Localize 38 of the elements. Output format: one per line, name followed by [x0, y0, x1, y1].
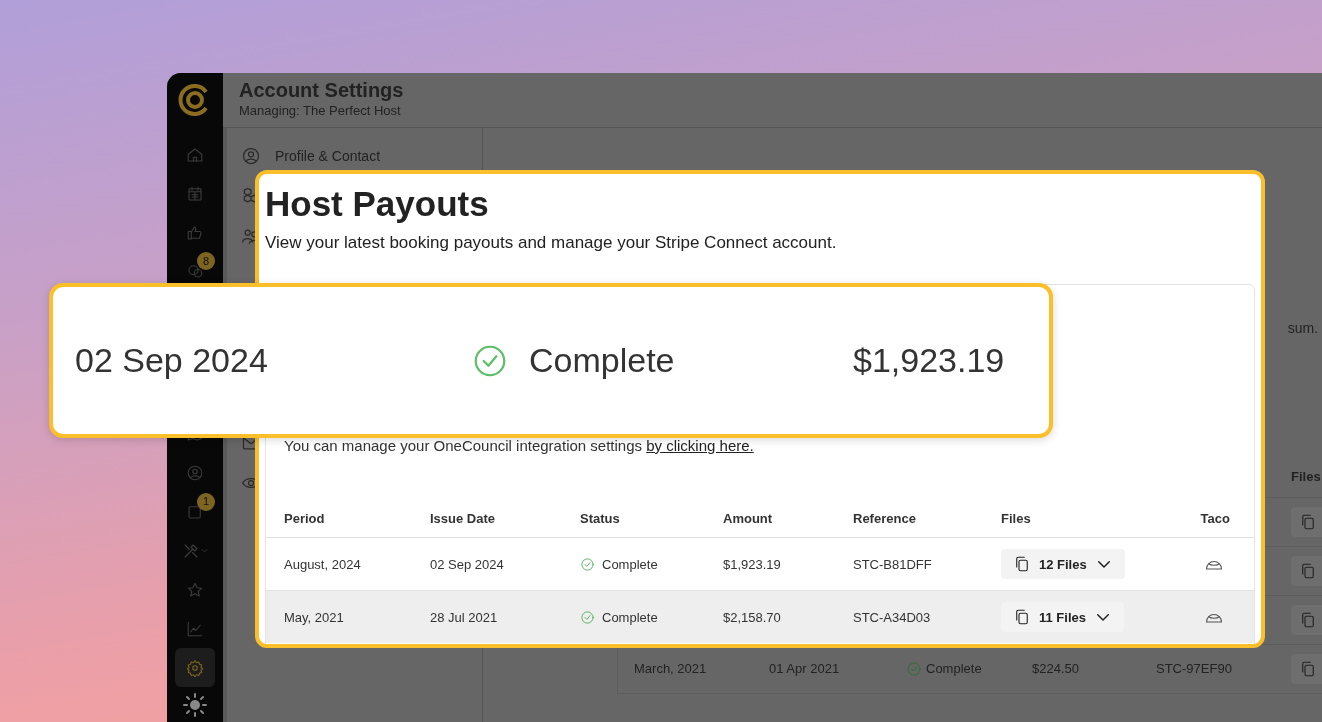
settings-link[interactable]: by clicking here. [646, 436, 754, 454]
column-header: Issue Date [430, 509, 497, 528]
status-cell: Complete [906, 659, 1032, 679]
table-cell-text: STC-B81DFF [853, 555, 933, 574]
amount-text: $1,923.19 [853, 340, 1005, 381]
table-cell-text: $1,923.19 [723, 555, 782, 574]
table-cell-text: STC-A34D03 [853, 608, 932, 627]
table-cell-text: 01 Apr 2021 [769, 660, 841, 679]
files-dropdown[interactable]: 11 Files [1001, 602, 1124, 633]
table-cell-text: 28 Jul 2021 [430, 608, 499, 627]
column-header: Status [580, 509, 621, 528]
badge: 8 [197, 252, 215, 271]
table-cell-text: STC-97EF90 [1156, 660, 1233, 679]
table-cell-text: March, 2021 [634, 660, 708, 679]
files-dropdown[interactable]: 12 Files [1001, 549, 1125, 580]
page-subtitle: Managing: The Perfect Host [239, 102, 402, 120]
text-fragment: sum. [1286, 319, 1319, 338]
panel-title: Host Payouts [265, 184, 490, 225]
table-cell-text: August, 2024 [284, 555, 362, 574]
status-cell: Complete [580, 538, 723, 591]
page-title: Account Settings [239, 79, 405, 101]
status-text: Complete [471, 335, 853, 386]
table-cell-text: $224.50 [1032, 660, 1080, 679]
column-header: Files [1001, 509, 1032, 528]
column-header: Taco [1199, 509, 1231, 528]
badge: 1 [197, 492, 215, 511]
column-header: Reference [853, 509, 917, 528]
integration-note: You can manage your OneCouncil integration settings by clicking here. [284, 435, 755, 456]
panel-description: View your latest booking payouts and manage your Stripe Connect account. [265, 232, 838, 255]
column-header: Files [1291, 467, 1321, 486]
table-row[interactable]: May, 2021 28 Jul 2021 Complete $2,158.70 STC-A34D03 11 Files [266, 590, 1254, 644]
table-cell-text: 02 Sep 2024 [430, 555, 505, 574]
status-cell: Complete [580, 591, 723, 644]
column-header: Period [284, 509, 326, 528]
column-header: Amount [723, 509, 774, 528]
date-text: 02 Sep 2024 [75, 340, 269, 381]
table-cell-text: May, 2021 [284, 608, 345, 627]
table-cell-text: $2,158.70 [723, 608, 782, 627]
